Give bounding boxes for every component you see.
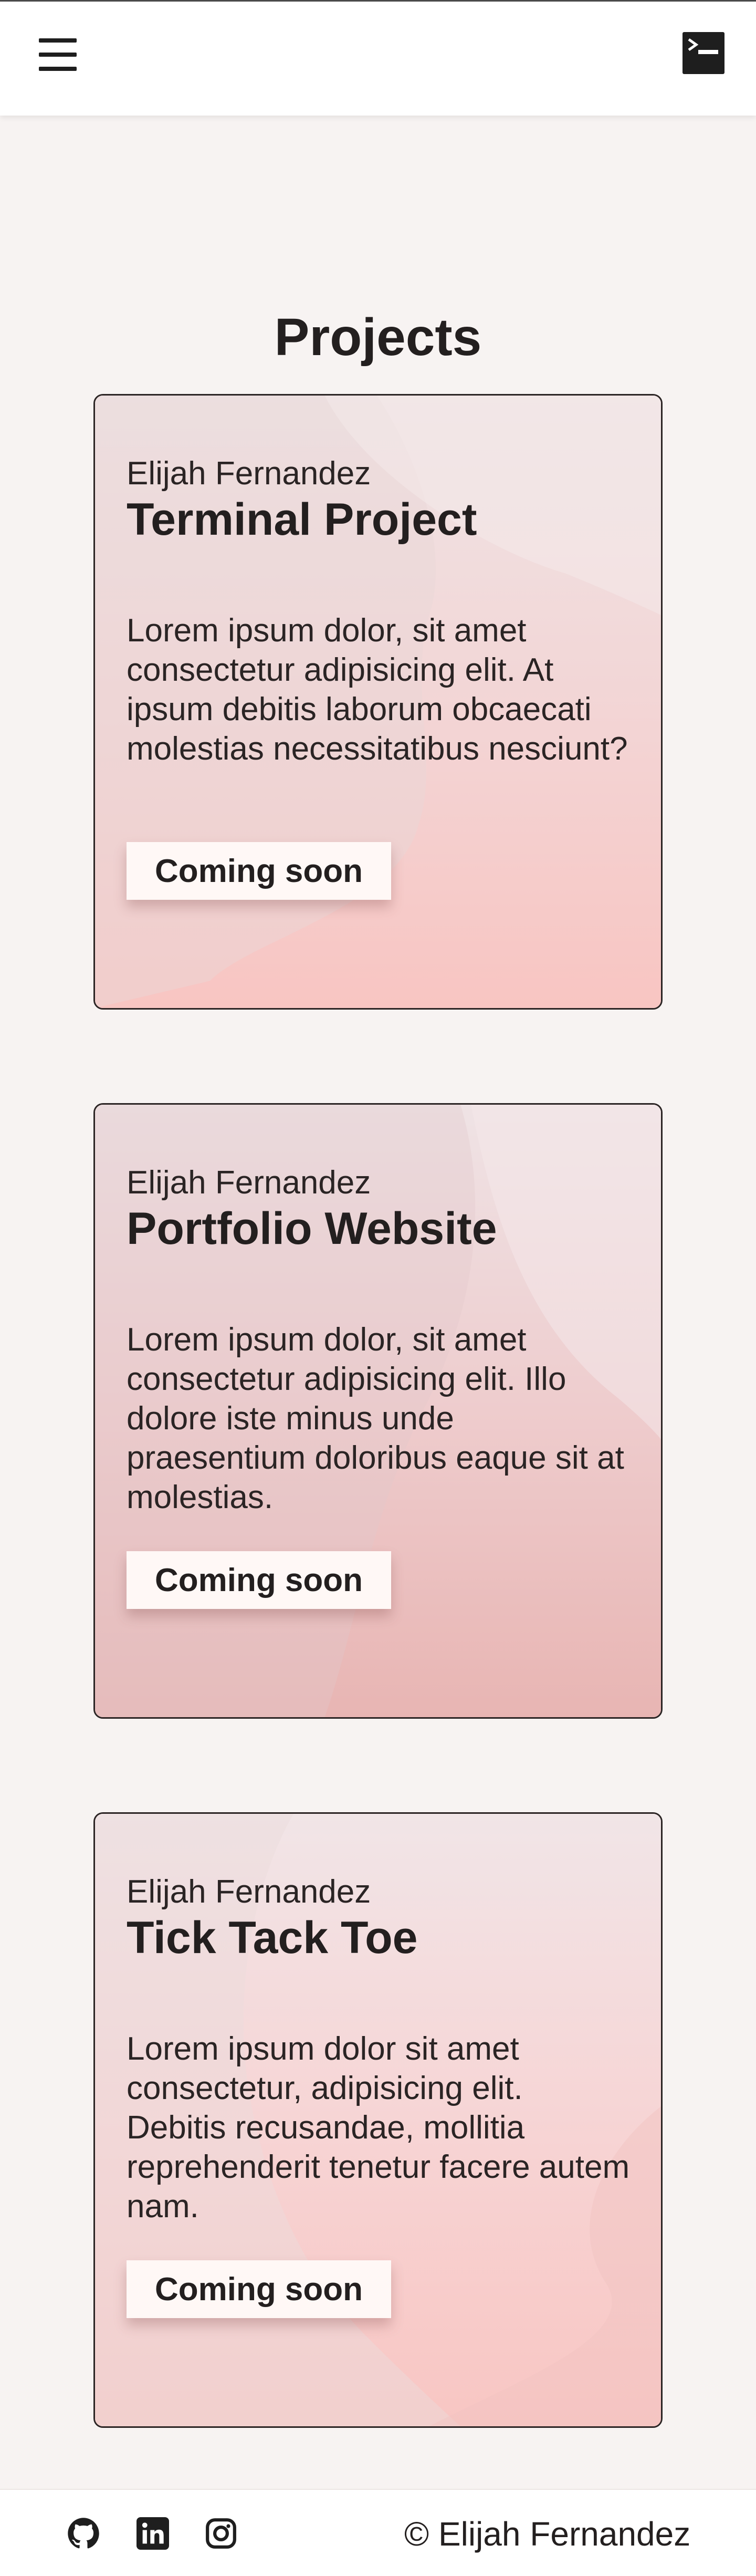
copyright-text: © Elijah Fernandez: [404, 2515, 691, 2553]
github-icon[interactable]: [67, 2517, 100, 2550]
coming-soon-button[interactable]: Coming soon: [127, 2260, 391, 2318]
project-author: Elijah Fernandez: [127, 1165, 371, 1201]
linkedin-icon[interactable]: [136, 2517, 169, 2550]
terminal-logo-icon[interactable]: [682, 32, 724, 74]
project-author: Elijah Fernandez: [127, 455, 371, 492]
coming-soon-button[interactable]: Coming soon: [127, 842, 391, 900]
project-card: Elijah Fernandez Terminal Project Lorem …: [93, 394, 663, 1010]
project-card: Elijah Fernandez Tick Tack Toe Lorem ips…: [93, 1812, 663, 2428]
top-navbar: [0, 0, 756, 116]
project-title: Portfolio Website: [127, 1203, 497, 1254]
hamburger-menu-icon[interactable]: [39, 38, 77, 71]
page-footer: © Elijah Fernandez: [0, 2489, 756, 2576]
project-card: Elijah Fernandez Portfolio Website Lorem…: [93, 1103, 663, 1719]
instagram-icon[interactable]: [205, 2517, 237, 2550]
project-author: Elijah Fernandez: [127, 1874, 371, 1910]
page-title: Projects: [274, 308, 482, 367]
project-description: Lorem ipsum dolor, sit amet consectetur …: [127, 612, 628, 767]
project-title: Terminal Project: [127, 494, 477, 545]
project-description: Lorem ipsum dolor sit amet consectetur, …: [127, 2031, 630, 2225]
project-title: Tick Tack Toe: [127, 1913, 418, 1963]
coming-soon-button[interactable]: Coming soon: [127, 1551, 391, 1609]
project-description: Lorem ipsum dolor, sit amet consectetur …: [127, 1322, 624, 1515]
